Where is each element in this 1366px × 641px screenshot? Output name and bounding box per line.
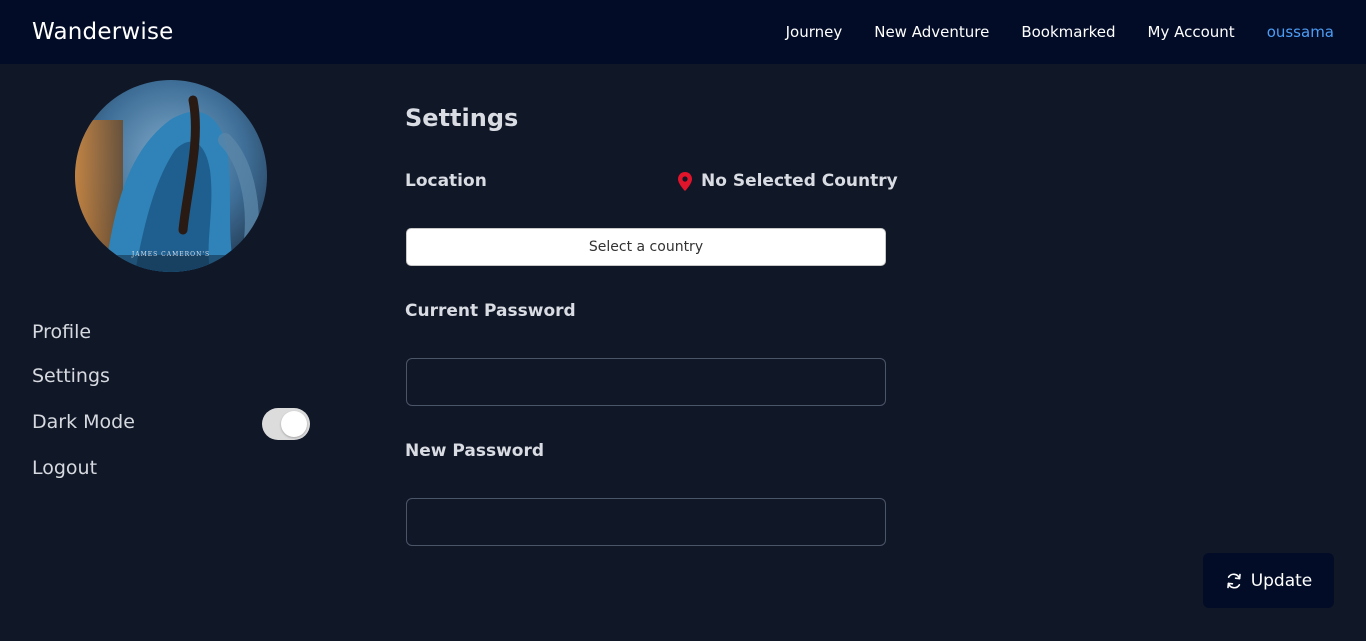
- location-status: No Selected Country: [678, 171, 898, 191]
- current-password-field[interactable]: [406, 358, 886, 406]
- dark-mode-toggle[interactable]: [262, 408, 310, 440]
- sidebar-item-logout[interactable]: Logout: [32, 457, 97, 479]
- location-label: Location: [405, 171, 487, 191]
- avatar: JAMES CAMERON'S: [75, 80, 267, 272]
- nav-links: Journey New Adventure Bookmarked My Acco…: [754, 0, 1334, 64]
- nav-journey[interactable]: Journey: [786, 23, 843, 41]
- nav-username[interactable]: oussama: [1267, 23, 1334, 41]
- page-title: Settings: [405, 104, 519, 132]
- location-status-text: No Selected Country: [701, 171, 898, 191]
- settings-panel: Settings Location No Selected Country Se…: [364, 64, 1366, 641]
- new-password-label: New Password: [405, 441, 545, 461]
- new-password-field[interactable]: [406, 498, 886, 546]
- nav-new-adventure[interactable]: New Adventure: [874, 23, 989, 41]
- country-select[interactable]: Select a country: [406, 228, 886, 266]
- avatar-image: [75, 80, 267, 272]
- nav-my-account[interactable]: My Account: [1148, 23, 1235, 41]
- refresh-icon: [1226, 572, 1241, 589]
- map-pin-icon: [678, 171, 692, 191]
- sidebar-item-settings[interactable]: Settings: [32, 365, 110, 387]
- update-button-label: Update: [1250, 570, 1313, 591]
- brand-logo[interactable]: Wanderwise: [32, 19, 173, 45]
- top-navbar: Wanderwise Journey New Adventure Bookmar…: [0, 0, 1366, 64]
- sidebar-item-profile[interactable]: Profile: [32, 321, 91, 343]
- toggle-knob: [281, 411, 307, 437]
- sidebar-item-dark-mode: Dark Mode: [32, 411, 135, 433]
- avatar-caption: JAMES CAMERON'S: [131, 251, 211, 258]
- nav-bookmarked[interactable]: Bookmarked: [1021, 23, 1115, 41]
- current-password-label: Current Password: [405, 301, 576, 321]
- update-button[interactable]: Update: [1203, 553, 1334, 608]
- sidebar: JAMES CAMERON'S Profile Settings Dark Mo…: [0, 64, 338, 641]
- country-select-label: Select a country: [588, 239, 704, 255]
